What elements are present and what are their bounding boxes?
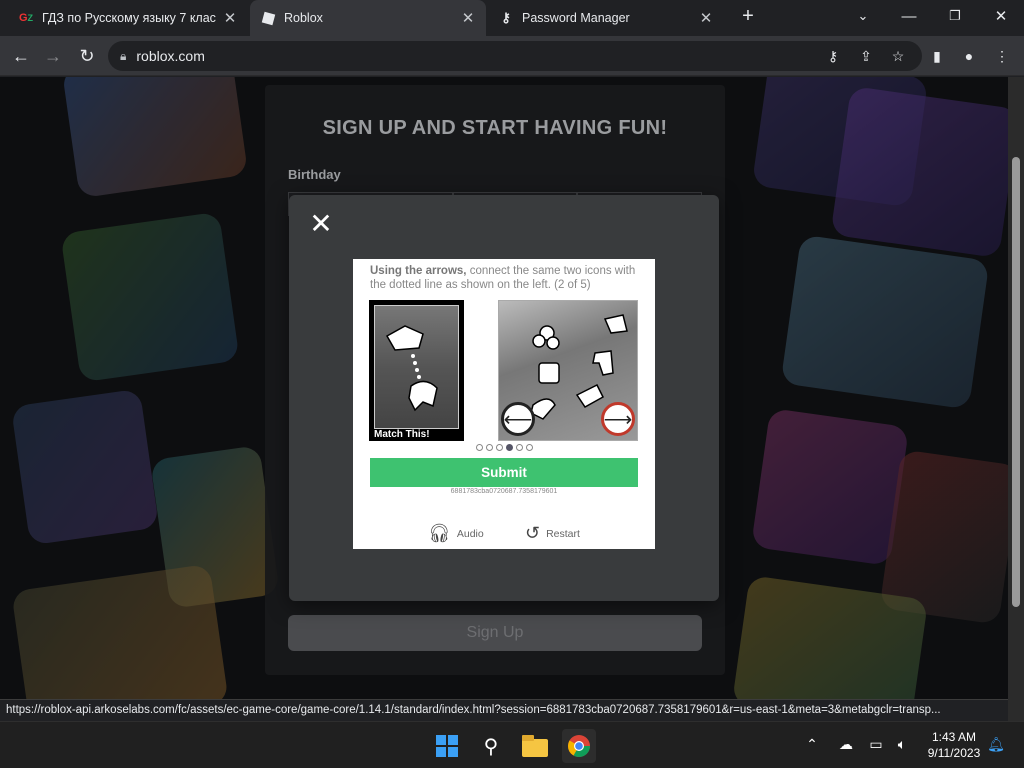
forward-button[interactable]: →	[40, 44, 66, 68]
arrow-right-button[interactable]: ⟶	[601, 402, 635, 436]
share-icon[interactable]: ⇪	[855, 46, 877, 66]
session-id: 6881783cba0720687.7358179601	[450, 488, 558, 495]
progress-dot	[485, 444, 493, 451]
address-bar[interactable]: 🔒︎ roblox.com	[108, 41, 922, 71]
tab-password-manager[interactable]: ⚷ Password Manager ✕	[488, 0, 724, 36]
windows-taskbar: ⚲ ⌃ ☁ ▭ 🔈︎ 1:43 AM 9/11/2023 🔔︎	[0, 721, 1024, 768]
close-window-button[interactable]: ✕	[978, 0, 1024, 32]
close-icon[interactable]: ✕	[309, 210, 333, 238]
key-icon: ⚷	[501, 10, 511, 25]
puzzle-image: ⟵ ⟶	[498, 300, 638, 441]
restart-button[interactable]: ↺ Restart	[525, 523, 580, 544]
captcha-instruction: Using the arrows, connect the same two i…	[370, 264, 640, 292]
progress-dot	[495, 444, 503, 451]
audio-button[interactable]: 🎧︎ Audio	[428, 523, 484, 544]
restore-button[interactable]: ❐	[932, 0, 978, 32]
clock-time: 1:43 AM	[931, 730, 977, 744]
tab-gdz[interactable]: GZ ГДЗ по Русскому языку 7 класс ✕	[8, 0, 248, 36]
progress-dot	[525, 444, 533, 451]
tab-strip: GZ ГДЗ по Русскому языку 7 класс ✕ Roblo…	[0, 0, 1024, 36]
progress-dot	[475, 444, 483, 451]
birthday-label: Birthday	[288, 167, 341, 182]
clock-date: 9/11/2023	[927, 746, 981, 760]
instruction-bold: Using the arrows,	[370, 265, 467, 277]
arrow-left-button[interactable]: ⟵	[501, 402, 535, 436]
tab-title: Password Manager	[522, 11, 630, 25]
lock-icon: 🔒︎	[120, 48, 127, 63]
gdz-favicon: GZ	[18, 12, 34, 24]
tab-search-button[interactable]: ⌄	[840, 0, 886, 32]
system-clock[interactable]: 1:43 AM 9/11/2023	[922, 729, 986, 761]
puzzle-progress-dots	[353, 444, 655, 451]
reference-picture	[374, 305, 459, 429]
volume-muted-icon[interactable]: 🔈︎	[892, 736, 912, 753]
url-text: roblox.com	[136, 48, 205, 64]
match-label: Match This!	[374, 429, 430, 440]
new-tab-button[interactable]: +	[726, 0, 770, 32]
chevron-up-icon[interactable]: ⌃	[802, 736, 822, 753]
scrollbar-thumb[interactable]	[1012, 157, 1020, 607]
close-icon[interactable]: ✕	[698, 9, 714, 27]
bookmark-star-icon[interactable]: ☆	[887, 46, 909, 66]
link-status-bar: https://roblox-api.arkoselabs.com/fc/ass…	[0, 699, 1008, 721]
roblox-favicon	[260, 10, 276, 26]
reference-image: Match This!	[369, 300, 464, 441]
signup-title: SIGN UP AND START HAVING FUN!	[322, 117, 668, 139]
tab-title: Roblox	[284, 11, 323, 25]
tab-title: ГДЗ по Русскому языку 7 класс	[42, 11, 216, 25]
close-icon[interactable]: ✕	[460, 9, 476, 27]
windows-start-icon[interactable]	[430, 729, 464, 763]
minimize-button[interactable]: —	[886, 0, 932, 32]
profile-icon[interactable]: ●	[958, 46, 980, 66]
page-scrollbar[interactable]	[1008, 77, 1024, 721]
search-icon[interactable]: ⚲	[474, 729, 508, 763]
tab-roblox[interactable]: Roblox ✕	[250, 0, 486, 36]
captcha-frame: Using the arrows, connect the same two i…	[353, 259, 655, 549]
submit-button[interactable]: Submit	[370, 458, 638, 487]
captcha-modal: ✕ Using the arrows, connect the same two…	[289, 195, 719, 601]
side-panel-icon[interactable]: ▮	[926, 46, 948, 66]
browser-toolbar: ← → ↻ 🔒︎ roblox.com ⚷ ⇪ ☆ ▮ ● ⋮	[0, 36, 1024, 76]
chrome-icon[interactable]	[562, 729, 596, 763]
back-button[interactable]: ←	[8, 44, 34, 68]
network-icon[interactable]: ▭	[866, 736, 886, 753]
progress-dot-active	[505, 444, 513, 451]
restart-label: Restart	[546, 527, 580, 540]
cloud-offline-icon[interactable]: ☁	[836, 736, 856, 753]
close-icon[interactable]: ✕	[222, 9, 238, 27]
audio-label: Audio	[456, 527, 484, 540]
progress-dot	[515, 444, 523, 451]
menu-icon[interactable]: ⋮	[991, 46, 1013, 66]
file-explorer-icon[interactable]	[518, 729, 552, 763]
signup-button[interactable]: Sign Up	[288, 615, 702, 651]
dotted-connection-icons	[385, 325, 438, 412]
reload-button[interactable]: ↻	[74, 44, 100, 68]
notification-bell-icon[interactable]: 🔔︎	[986, 736, 1006, 753]
restart-icon: ↺	[525, 523, 541, 543]
headphones-icon: 🎧︎	[428, 523, 451, 543]
key-icon[interactable]: ⚷	[822, 46, 844, 66]
